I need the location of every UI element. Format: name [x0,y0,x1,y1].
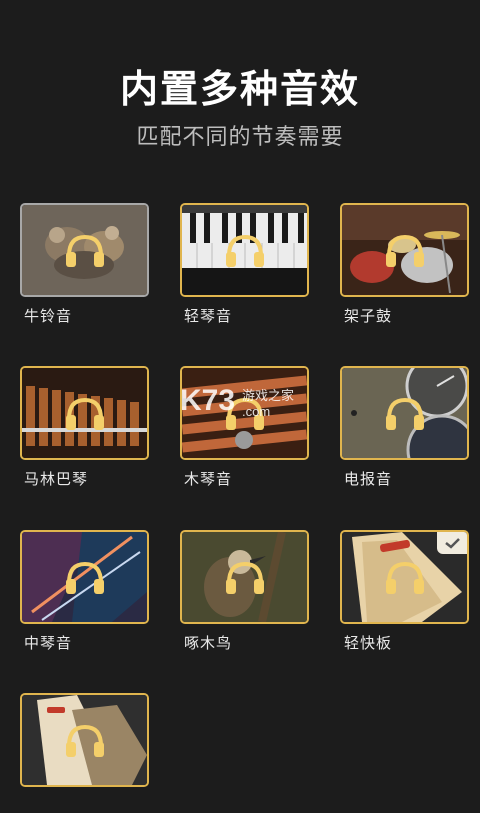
sound-card-marimba[interactable]: 马林巴琴 [20,366,149,488]
watermark-domain: .com [242,404,270,419]
sound-thumbnail[interactable] [20,530,149,624]
headphones-icon [226,234,264,267]
sound-label: 架子鼓 [344,307,393,325]
sound-thumbnail[interactable] [20,693,149,787]
headphones-icon [66,397,104,430]
sound-label: 轻琴音 [184,307,233,325]
headphones-icon [386,397,424,430]
headphones-icon [386,561,424,594]
sound-thumbnail[interactable] [20,366,149,460]
sound-card-telegraph[interactable]: 电报音 [340,366,469,488]
sound-label: 牛铃音 [24,307,73,325]
watermark-brand: K73 [180,384,235,417]
headphones-icon [386,234,424,267]
sound-thumbnail[interactable] [20,203,149,297]
sound-card-woodpecker[interactable]: 啄木鸟 [180,530,309,652]
watermark-site: 游戏之家 [242,388,294,404]
sound-thumbnail[interactable] [180,203,309,297]
sound-thumbnail[interactable] [180,530,309,624]
page-subtitle: 匹配不同的节奏需要 [136,125,344,150]
sound-thumbnail[interactable] [340,203,469,297]
sound-label: 电报音 [344,470,393,488]
sound-card-extra[interactable] [20,693,149,813]
sound-card-mid-piano[interactable]: 中琴音 [20,530,149,652]
selected-check-badge [437,532,467,554]
hero-banner: 内置多种音效 匹配不同的节奏需要 [0,0,480,175]
sound-thumbnail[interactable] [340,530,469,624]
headphones-icon [66,561,104,594]
sound-label: 啄木鸟 [184,634,233,652]
sound-card-clapper[interactable]: 轻快板 [340,530,469,652]
sound-label: 中琴音 [24,634,73,652]
headphones-icon [66,724,104,757]
sound-card-cowbell[interactable]: 牛铃音 [20,203,149,325]
headphones-icon [226,561,264,594]
sound-label: 轻快板 [344,634,393,652]
sound-label: 木琴音 [184,470,233,488]
sound-grid: 牛铃音 轻琴音 架子鼓 马林巴琴 木琴音 电报音 中琴音 啄木鸟 轻快板 [20,203,470,800]
page-title: 内置多种音效 [119,67,360,111]
check-icon [445,538,460,549]
sound-thumbnail[interactable] [340,366,469,460]
k73-watermark: K73 游戏之家 .com [180,384,294,419]
sound-card-light-piano[interactable]: 轻琴音 [180,203,309,325]
headphones-icon [66,234,104,267]
sound-card-drum-kit[interactable]: 架子鼓 [340,203,469,325]
sound-label: 马林巴琴 [24,470,89,488]
